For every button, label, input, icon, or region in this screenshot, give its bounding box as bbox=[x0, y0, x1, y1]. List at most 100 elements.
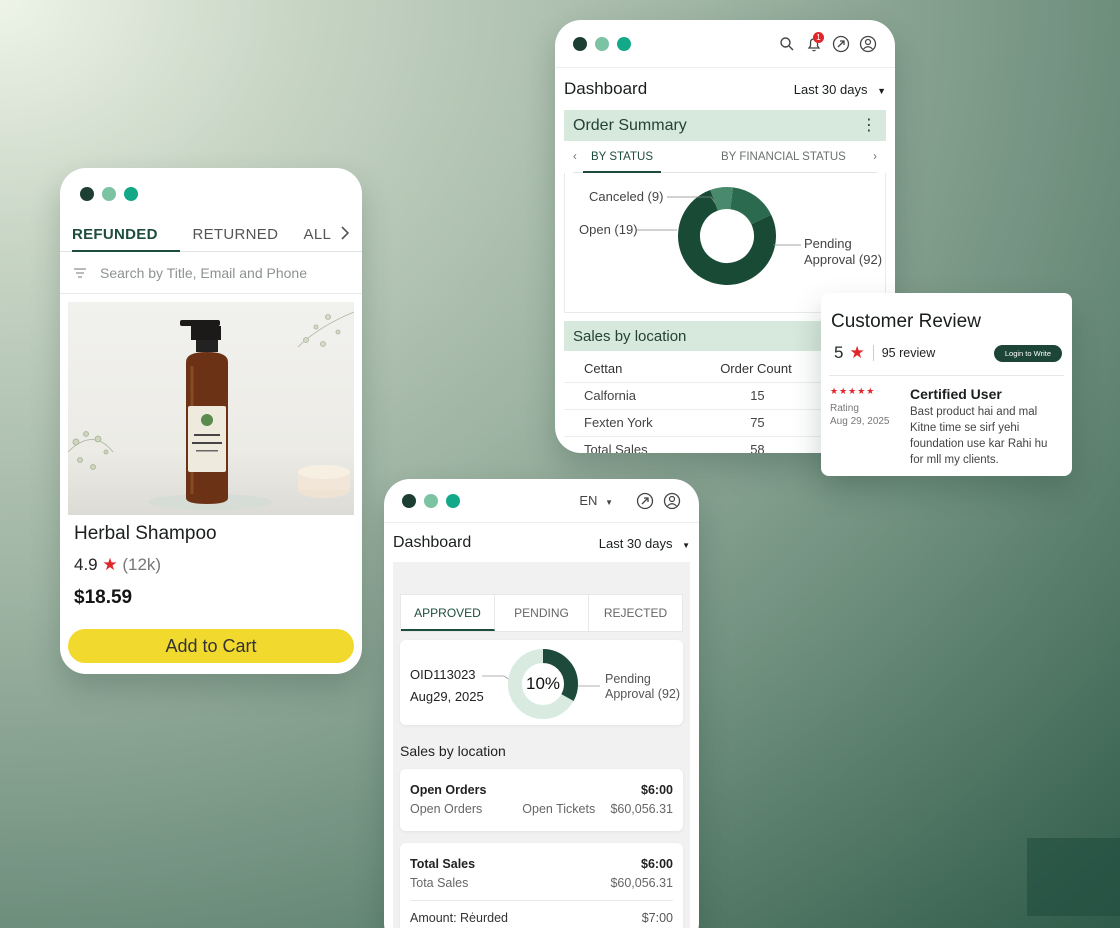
chevron-right-icon[interactable] bbox=[331, 218, 350, 252]
pending-label: Pending bbox=[605, 672, 651, 686]
window-dot-light[interactable] bbox=[595, 36, 609, 51]
total-sales-amount: $6:00 bbox=[641, 857, 673, 871]
tab-approved[interactable]: APPROVED bbox=[401, 595, 495, 631]
sales-by-location-title: Sales by location bbox=[400, 743, 506, 759]
login-to-write-button[interactable]: Login to Write bbox=[993, 344, 1062, 362]
page-title: Dashboard bbox=[393, 534, 472, 551]
window-dot-teal[interactable] bbox=[617, 36, 631, 51]
order-summary-tabs: ‹ BY STATUS BY FINANCIAL STATUS › bbox=[573, 141, 877, 173]
customer-review-card: Customer Review 5 ★ 95 review Login to W… bbox=[821, 293, 1072, 476]
background-shade bbox=[1027, 838, 1120, 916]
table-cell: 75 bbox=[700, 409, 841, 437]
bell-icon[interactable]: 1 bbox=[805, 31, 824, 53]
order-summary-title: Order Summary bbox=[573, 116, 687, 134]
product-card: REFUNDED RETURNED ALL Search by Title, E… bbox=[60, 168, 362, 674]
language-select[interactable]: EN ▼ bbox=[579, 493, 613, 508]
tab-by-financial-status[interactable]: BY FINANCIAL STATUS bbox=[713, 141, 854, 173]
order-status-tabs: REFUNDED RETURNED ALL bbox=[60, 218, 362, 252]
date-range-select[interactable]: Last 30 days ▼ bbox=[794, 82, 886, 97]
review-date: Aug 29, 2025 bbox=[830, 416, 890, 427]
divider bbox=[872, 345, 874, 361]
column-header: Cettan bbox=[564, 355, 701, 383]
product-price: $18.59 bbox=[74, 587, 133, 608]
window-dot-dark[interactable] bbox=[402, 493, 416, 508]
review-title: Customer Review bbox=[831, 311, 981, 332]
table-cell: Total Sales bbox=[564, 436, 701, 453]
tab-returned[interactable]: RETURNED bbox=[180, 218, 289, 252]
notification-badge: 1 bbox=[813, 31, 824, 43]
table-cell: 58 bbox=[700, 436, 841, 453]
tab-refunded[interactable]: REFUNDED bbox=[72, 218, 181, 252]
divider bbox=[410, 900, 673, 901]
window-dot-teal[interactable] bbox=[446, 493, 460, 508]
total-sales-sublabel: Tota Sales bbox=[410, 876, 469, 890]
open-orders-sublabel: Open Orders bbox=[410, 802, 483, 816]
star-icon: ★ bbox=[849, 343, 865, 362]
window-dot-dark[interactable] bbox=[573, 36, 587, 51]
approval-tabs: APPROVED PENDING REJECTED bbox=[400, 594, 683, 632]
rating-value: 4.9 bbox=[74, 555, 98, 574]
label-approval: Approval (92) bbox=[804, 252, 883, 267]
order-progress-card[interactable]: OID113023 Aug29, 2025 10% Pending Approv… bbox=[400, 640, 683, 725]
reviewer-name: Certified User bbox=[910, 386, 1002, 402]
label-pending: Pending bbox=[804, 236, 852, 251]
amount-refunded-value: $7:00 bbox=[641, 911, 673, 925]
page-title: Dashboard bbox=[564, 79, 648, 98]
search-icon[interactable] bbox=[778, 35, 796, 53]
user-icon[interactable] bbox=[859, 35, 877, 53]
window-header: EN ▼ bbox=[384, 479, 699, 523]
search-bar[interactable]: Search by Title, Email and Phone bbox=[60, 252, 362, 294]
tab-by-status[interactable]: BY STATUS bbox=[583, 141, 661, 173]
order-summary-header: Order Summary ⋮ bbox=[564, 110, 886, 141]
review-meta: ★★★★★ Rating Aug 29, 2025 bbox=[830, 386, 910, 468]
open-orders-card[interactable]: Open Orders $6:00 Open Orders Open Ticke… bbox=[400, 769, 683, 831]
review-stars: ★★★★★ bbox=[830, 386, 876, 396]
date-range-select[interactable]: Last 30 days ▼ bbox=[599, 536, 690, 551]
tab-pending[interactable]: PENDING bbox=[495, 595, 589, 631]
window-dot-dark[interactable] bbox=[80, 187, 94, 201]
review-count: 95 review bbox=[881, 346, 936, 360]
more-vertical-icon[interactable]: ⋮ bbox=[861, 117, 877, 134]
table-cell: Fexten York bbox=[564, 409, 701, 437]
total-sales-subamount: $60,056.31 bbox=[610, 876, 673, 890]
user-icon[interactable] bbox=[663, 492, 681, 510]
window-dot-light[interactable] bbox=[424, 493, 438, 508]
review-text: Bast product hai and mal Kitne time se s… bbox=[910, 406, 1048, 466]
window-controls bbox=[60, 168, 362, 218]
tab-rejected[interactable]: REJECTED bbox=[589, 595, 682, 631]
order-status-donut-chart: Canceled (9) Open (19) Pending Approval … bbox=[564, 173, 886, 313]
search-placeholder: Search by Title, Email and Phone bbox=[100, 264, 308, 281]
window-dot-light[interactable] bbox=[102, 187, 116, 201]
filter-icon[interactable] bbox=[74, 265, 86, 281]
review-score: 5 bbox=[834, 343, 844, 362]
table-cell: Calfornia bbox=[564, 382, 701, 410]
open-tickets-sublabel: Open Tickets bbox=[522, 802, 596, 816]
dashboard-header: Dashboard Last 30 days ▼ bbox=[384, 523, 699, 563]
open-orders-amount: $6:00 bbox=[641, 783, 673, 797]
rating-label: Rating bbox=[830, 403, 859, 414]
add-to-cart-button[interactable]: Add to Cart bbox=[68, 629, 354, 663]
table-cell: 15 bbox=[700, 382, 841, 410]
tab-all[interactable]: ALL bbox=[290, 218, 332, 252]
caret-down-icon: ▼ bbox=[682, 540, 690, 550]
window-dot-teal[interactable] bbox=[124, 187, 138, 201]
product-image bbox=[68, 302, 354, 515]
caret-down-icon: ▼ bbox=[605, 498, 613, 507]
progress-percent: 10% bbox=[525, 674, 561, 693]
share-icon[interactable] bbox=[832, 35, 850, 53]
total-sales-title: Total Sales bbox=[410, 857, 476, 871]
product-title[interactable]: Herbal Shampoo bbox=[60, 515, 362, 545]
rating-count: (12k) bbox=[122, 555, 162, 574]
label-canceled: Canceled (9) bbox=[589, 189, 664, 204]
amount-refunded-title: Amount: Rėurded bbox=[410, 911, 508, 925]
share-icon[interactable] bbox=[636, 492, 654, 510]
total-sales-card[interactable]: Total Sales $6:00 Tota Sales $60,056.31 … bbox=[400, 843, 683, 928]
chevron-left-icon[interactable]: ‹ bbox=[573, 151, 583, 163]
open-orders-title: Open Orders bbox=[410, 783, 487, 797]
caret-down-icon: ▼ bbox=[877, 85, 886, 96]
chevron-right-icon[interactable]: › bbox=[873, 151, 877, 163]
window-header: 1 bbox=[555, 20, 895, 68]
label-open: Open (19) bbox=[579, 222, 638, 237]
product-rating: 4.9 ★ (12k) bbox=[60, 545, 362, 575]
approval-label: Approval (92) bbox=[605, 687, 681, 701]
